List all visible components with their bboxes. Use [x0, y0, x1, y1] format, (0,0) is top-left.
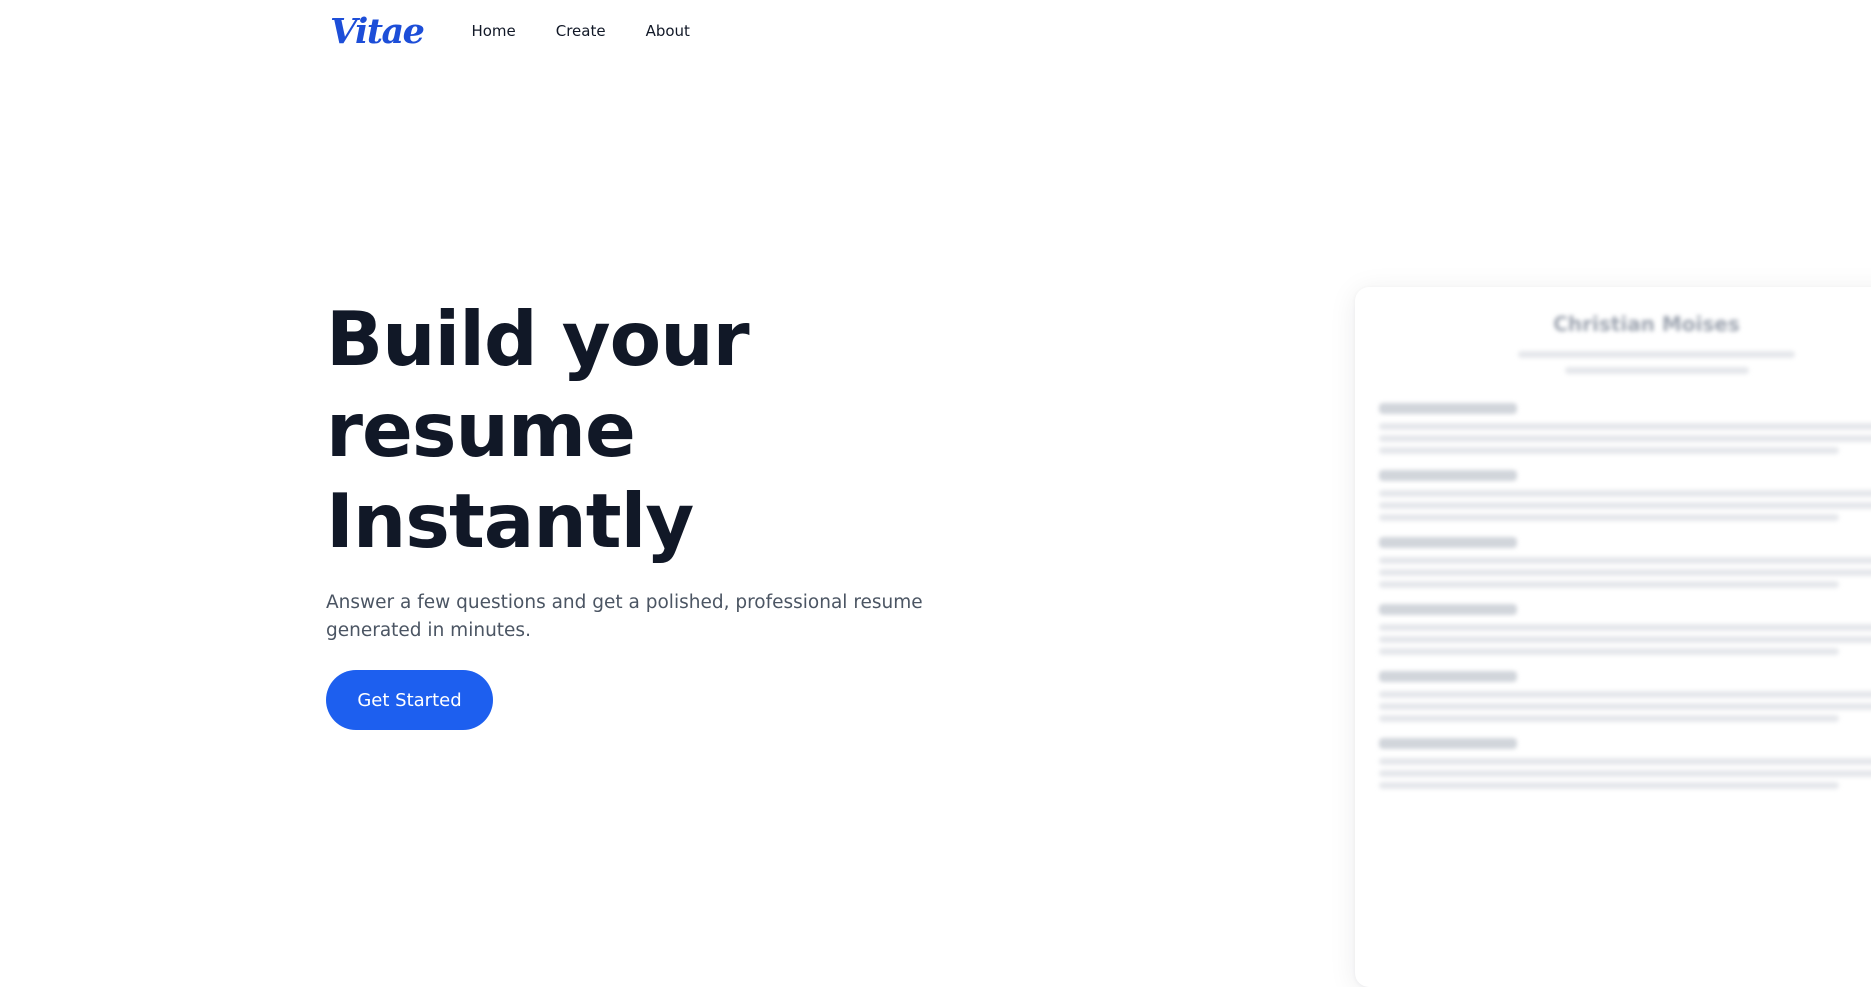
text-line-placeholder: [1379, 715, 1839, 722]
text-line-placeholder: [1379, 569, 1871, 576]
hero-title-line-1: Build your: [326, 295, 750, 383]
text-line-placeholder: [1379, 447, 1839, 454]
text-line-placeholder: [1379, 423, 1871, 430]
hero-title: Build your resume Instantly: [326, 294, 966, 567]
text-line-placeholder: [1379, 490, 1871, 497]
resume-preview-content: Christian Moises: [1355, 287, 1871, 789]
resume-section-placeholder: [1379, 671, 1871, 722]
resume-section-placeholder: [1379, 470, 1871, 521]
hero-section: Build your resume Instantly Answer a few…: [326, 294, 966, 730]
section-heading-placeholder: [1379, 671, 1517, 682]
hero-title-line-2: resume: [326, 386, 636, 474]
text-line-placeholder: [1379, 557, 1871, 564]
section-heading-placeholder: [1379, 738, 1517, 749]
section-heading-placeholder: [1379, 470, 1517, 481]
resume-section-placeholder: [1379, 738, 1871, 789]
text-line-placeholder: [1379, 624, 1871, 631]
get-started-button[interactable]: Get Started: [326, 670, 493, 730]
text-line-placeholder: [1379, 691, 1871, 698]
nav-link-about[interactable]: About: [646, 22, 690, 40]
contact-line: [1565, 367, 1749, 374]
contact-line: [1518, 351, 1795, 358]
resume-section-placeholder: [1379, 537, 1871, 588]
resume-section-placeholder: [1379, 403, 1871, 454]
logo[interactable]: Vitae: [330, 14, 425, 49]
nav-link-home[interactable]: Home: [471, 22, 515, 40]
text-line-placeholder: [1379, 770, 1871, 777]
hero-title-line-3: Instantly: [326, 477, 694, 565]
section-heading-placeholder: [1379, 604, 1517, 615]
text-line-placeholder: [1379, 782, 1839, 789]
top-nav: Vitae Home Create About: [330, 0, 690, 62]
text-line-placeholder: [1379, 758, 1871, 765]
section-heading-placeholder: [1379, 537, 1517, 548]
hero-subtitle: Answer a few questions and get a polishe…: [326, 592, 923, 641]
text-line-placeholder: [1379, 636, 1871, 643]
text-line-placeholder: [1379, 514, 1839, 521]
text-line-placeholder: [1379, 648, 1839, 655]
nav-link-create[interactable]: Create: [556, 22, 606, 40]
resume-section-placeholder: [1379, 604, 1871, 655]
text-line-placeholder: [1379, 502, 1871, 509]
section-heading-placeholder: [1379, 403, 1517, 414]
resume-preview-card: Christian Moises: [1355, 287, 1871, 987]
text-line-placeholder: [1379, 581, 1839, 588]
nav-links: Home Create About: [471, 22, 690, 40]
text-line-placeholder: [1379, 703, 1871, 710]
resume-preview-name: Christian Moises: [1553, 312, 1740, 336]
text-line-placeholder: [1379, 435, 1871, 442]
